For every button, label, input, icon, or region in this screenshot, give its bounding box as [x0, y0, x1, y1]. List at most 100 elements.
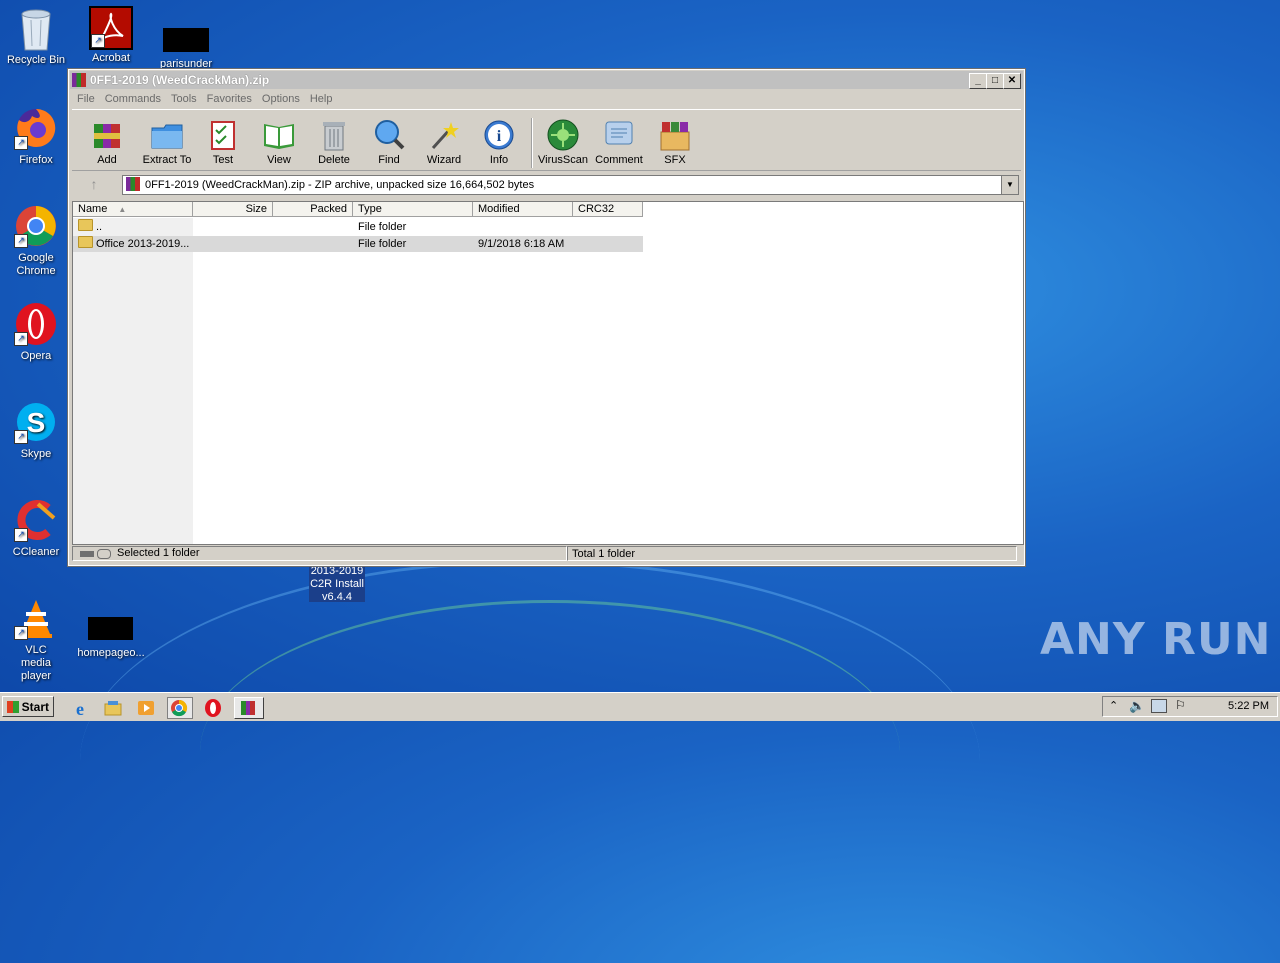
cell-name: .. — [73, 219, 193, 235]
sfx-button[interactable]: SFX — [648, 118, 702, 166]
column-header-size[interactable]: Size — [193, 202, 273, 217]
table-row[interactable]: .. File folder — [73, 219, 643, 235]
column-header-name[interactable]: Name ▲ — [73, 202, 193, 217]
desktop-icon-homepage[interactable]: homepageo... — [76, 617, 146, 660]
comment-button[interactable]: Comment — [592, 118, 646, 166]
close-button[interactable]: ✕ — [1003, 73, 1021, 89]
taskbar-winrar-icon[interactable] — [234, 697, 264, 719]
acrobat-icon: ↗ — [89, 6, 133, 50]
system-tray: ⌃ 🔈 ⚐ 5:22 PM — [1102, 696, 1278, 717]
winrar-window: 0FF1-2019 (WeedCrackMan).zip _ □ ✕ File … — [67, 68, 1026, 567]
desktop-icon-acrobat[interactable]: ↗ Acrobat — [76, 6, 146, 65]
desktop-icon-label: Acrobat — [92, 52, 130, 64]
taskbar-ie-icon[interactable]: e — [68, 697, 94, 719]
add-button[interactable]: Add — [80, 118, 134, 166]
delete-icon — [317, 118, 351, 152]
shortcut-arrow-icon: ↗ — [14, 332, 28, 346]
desktop-icon-vlc[interactable]: ↗ VLC media player — [1, 596, 71, 683]
view-button[interactable]: View — [252, 118, 306, 166]
menu-tools[interactable]: Tools — [166, 91, 202, 107]
sfx-icon — [658, 118, 692, 152]
desktop-icon-label: Opera — [20, 350, 52, 362]
desktop-icon-parisunder[interactable]: parisunder — [151, 28, 221, 71]
desktop-icon-opera[interactable]: ↗ Opera — [1, 302, 71, 363]
start-button[interactable]: Start — [2, 696, 54, 717]
menu-bar: File Commands Tools Favorites Options He… — [72, 91, 337, 107]
drive-icon — [80, 550, 94, 557]
address-bar: ↑ 0FF1-2019 (WeedCrackMan).zip - ZIP arc… — [72, 173, 1021, 195]
cell-modified: 9/1/2018 6:18 AM — [478, 238, 565, 250]
sfx-label: SFX — [664, 154, 686, 166]
view-label: View — [267, 154, 291, 166]
column-header-packed[interactable]: Packed — [273, 202, 353, 217]
up-arrow-icon[interactable]: ↑ — [84, 175, 104, 193]
clock[interactable]: 5:22 PM — [1228, 700, 1269, 712]
desktop-icon-chrome[interactable]: ↗ Google Chrome — [1, 204, 71, 278]
minimize-button[interactable]: _ — [969, 73, 987, 89]
taskbar-media-player-icon[interactable] — [134, 697, 160, 719]
info-button[interactable]: i Info — [472, 118, 526, 166]
show-hidden-icons-icon[interactable]: ⌃ — [1109, 699, 1118, 712]
virusscan-label: VirusScan — [538, 154, 588, 166]
menu-commands[interactable]: Commands — [100, 91, 166, 107]
status-total-text: Total 1 folder — [567, 546, 1017, 561]
folder-icon — [78, 236, 93, 248]
desktop-icon-firefox[interactable]: ↗ Firefox — [1, 106, 71, 167]
add-icon — [90, 118, 124, 152]
status-selected-text: Selected 1 folder — [117, 547, 200, 559]
maximize-button[interactable]: □ — [986, 73, 1004, 89]
file-name: .. — [96, 221, 103, 233]
wizard-label: Wizard — [426, 154, 462, 166]
extract-icon — [150, 118, 184, 152]
wizard-button[interactable]: Wizard — [417, 118, 471, 166]
volume-icon[interactable]: 🔈 — [1129, 698, 1145, 714]
desktop-icon-label: Skype — [20, 448, 52, 460]
extract-to-button[interactable]: Extract To — [138, 118, 196, 166]
archive-icon — [126, 177, 140, 191]
find-icon — [372, 118, 406, 152]
taskbar-chrome-icon[interactable] — [167, 697, 193, 719]
chrome-icon: ↗ — [14, 204, 58, 248]
shortcut-arrow-icon: ↗ — [14, 626, 28, 640]
name-column-shade — [73, 218, 193, 544]
menu-favorites[interactable]: Favorites — [202, 91, 257, 107]
find-button[interactable]: Find — [362, 118, 416, 166]
label-line: v6.4.4 — [322, 591, 352, 603]
vlc-icon: ↗ — [14, 596, 58, 640]
network-icon[interactable] — [1151, 699, 1167, 713]
desktop-icon-label: Recycle Bin — [6, 54, 66, 66]
cell-modified — [473, 219, 573, 235]
extract-to-label: Extract To — [142, 154, 192, 166]
menu-help[interactable]: Help — [305, 91, 338, 107]
test-button[interactable]: Test — [196, 118, 250, 166]
desktop-icon-recycle-bin[interactable]: Recycle Bin — [1, 6, 71, 67]
test-label: Test — [212, 154, 234, 166]
delete-button[interactable]: Delete — [307, 118, 361, 166]
virusscan-button[interactable]: VirusScan — [536, 118, 590, 166]
desktop-icon-skype[interactable]: S ↗ Skype — [1, 400, 71, 461]
address-field[interactable]: 0FF1-2019 (WeedCrackMan).zip - ZIP archi… — [122, 175, 1019, 195]
table-row[interactable]: Office 2013-2019... File folder 9/1/2018… — [73, 236, 643, 252]
delete-label: Delete — [318, 154, 350, 166]
svg-text:i: i — [497, 128, 502, 145]
shortcut-arrow-icon: ↗ — [14, 430, 28, 444]
anyrun-watermark: ANY RUN — [1040, 614, 1272, 665]
taskbar-explorer-icon[interactable] — [101, 697, 127, 719]
flag-icon[interactable]: ⚐ — [1175, 698, 1186, 712]
firefox-icon: ↗ — [14, 106, 58, 150]
title-bar[interactable]: 0FF1-2019 (WeedCrackMan).zip _ □ ✕ — [70, 71, 1023, 89]
menu-options[interactable]: Options — [257, 91, 305, 107]
column-header-type[interactable]: Type — [353, 202, 473, 217]
column-header-modified[interactable]: Modified — [473, 202, 573, 217]
folder-icon — [78, 219, 93, 231]
desktop-icon-label-selected[interactable]: 2013-2019 C2R Install v6.4.4 — [309, 565, 365, 603]
desktop-icon-ccleaner[interactable]: ↗ CCleaner — [1, 498, 71, 559]
menu-file[interactable]: File — [72, 91, 100, 107]
cell-packed — [273, 219, 353, 235]
winrar-app-icon — [72, 73, 86, 87]
cell-type: File folder — [358, 221, 407, 233]
column-header-crc32[interactable]: CRC32 — [573, 202, 643, 217]
add-label: Add — [97, 154, 117, 166]
taskbar-opera-icon[interactable] — [201, 697, 227, 719]
chevron-down-icon[interactable]: ▼ — [1001, 176, 1018, 194]
